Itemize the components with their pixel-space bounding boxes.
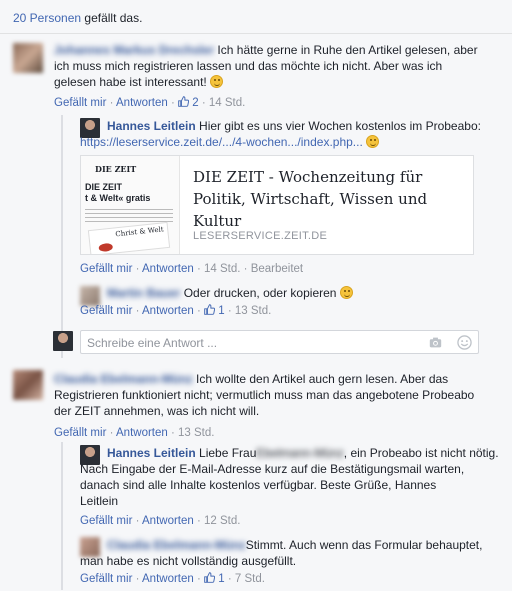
card-domain: LESERSERVICE.ZEIT.DE: [193, 230, 328, 242]
comment-text: gelesen habe ist interessant!: [54, 75, 207, 89]
separator: ·: [240, 263, 251, 275]
wink-emoji-icon: [339, 286, 353, 299]
separator: ·: [193, 573, 205, 585]
separator: ·: [106, 97, 116, 109]
like-button[interactable]: Gefällt mir: [80, 263, 132, 275]
like-count[interactable]: 1: [204, 572, 225, 585]
reply-text: danach sind alle Inhalte kostenlos verfü…: [80, 478, 437, 492]
reply-button[interactable]: Antworten: [142, 515, 194, 527]
link-preview-card[interactable]: DIE ZEIT DIE ZEIT t & Welt« gratis Chris…: [80, 155, 474, 255]
like-button[interactable]: Gefällt mir: [54, 97, 106, 109]
reply-actions: Gefällt mir · Antworten · 14 Std. · Bear…: [80, 263, 303, 275]
comment-text: Ich hätte gerne in Ruhe den Artikel gele…: [217, 43, 478, 57]
reply-button[interactable]: Antworten: [142, 305, 194, 317]
reply-input[interactable]: [87, 335, 407, 351]
reply-link[interactable]: https://leserservice.zeit.de/.../4-woche…: [80, 135, 363, 149]
separator: ·: [224, 305, 235, 317]
reply-text: Liebe Frau: [199, 446, 257, 460]
comment: Claudia Ebelmann-Münz Ich wollte den Art…: [0, 367, 512, 439]
separator: ·: [132, 263, 142, 275]
reply-author[interactable]: Claudia Ebelmann-Münz: [107, 538, 246, 552]
thumb-caption: Christ & Welt: [115, 225, 164, 239]
like-button[interactable]: Gefällt mir: [54, 427, 106, 439]
avatar[interactable]: [80, 286, 100, 306]
separator: ·: [193, 515, 205, 527]
composer-avatar: [53, 331, 73, 351]
avatar[interactable]: [13, 43, 43, 73]
camera-icon[interactable]: [428, 336, 443, 349]
reply-button[interactable]: Antworten: [142, 263, 194, 275]
thumb-text-lines: [85, 206, 173, 224]
timestamp[interactable]: 14 Std.: [209, 97, 245, 109]
comment-author[interactable]: Johannes Markus Drechsler: [54, 43, 214, 57]
like-button[interactable]: Gefällt mir: [80, 305, 132, 317]
comment-text: Ich wollte den Artikel auch gern lesen. …: [196, 372, 449, 386]
separator: ·: [132, 515, 142, 527]
reply-button[interactable]: Antworten: [142, 573, 194, 585]
separator: ·: [132, 305, 142, 317]
reply: Hannes Leitlein Liebe FrauEbelmann-Münz,…: [0, 442, 512, 532]
reply: Claudia Ebelmann-MünzStimmt. Auch wenn d…: [0, 535, 512, 591]
reply-button[interactable]: Antworten: [116, 97, 168, 109]
thumb-subtitle: t & Welt« gratis: [85, 193, 151, 203]
reply-text: Oder drucken, oder kopieren: [183, 286, 337, 300]
reply-text: Hier gibt es uns vier Wochen kostenlos i…: [199, 119, 481, 133]
reply-text-redacted: Ebelmann-Münz: [256, 446, 344, 460]
comment: Johannes Markus Drechsler Ich hätte gern…: [0, 40, 512, 110]
separator: ·: [106, 427, 116, 439]
reply-text: man habe es nicht vollständig ausgefüllt…: [80, 554, 297, 568]
like-count[interactable]: 2: [178, 96, 199, 109]
thumbs-up-icon: [204, 572, 216, 583]
likes-count-link[interactable]: 20 Personen: [13, 11, 81, 25]
reply-author[interactable]: Hannes Leitlein: [107, 446, 196, 460]
reply-button[interactable]: Antworten: [116, 427, 168, 439]
reply-text: Leitlein: [80, 494, 119, 508]
timestamp[interactable]: 7 Std.: [235, 573, 265, 585]
thumb-paper: Christ & Welt: [87, 221, 171, 254]
reply-author[interactable]: Hannes Leitlein: [107, 119, 196, 133]
comment-text: Registrieren funktioniert nicht; vermutl…: [54, 388, 475, 402]
like-button[interactable]: Gefällt mir: [80, 515, 132, 527]
emoji-icon[interactable]: [457, 335, 472, 350]
smile-emoji-icon: [366, 135, 380, 148]
like-count[interactable]: 1: [204, 304, 225, 317]
reply-composer[interactable]: [80, 330, 479, 354]
thumbs-up-icon: [204, 304, 216, 315]
likes-summary: 20 Personen gefällt das.: [0, 0, 512, 34]
separator: ·: [193, 305, 205, 317]
reply: Martin Bauer Oder drucken, oder kopieren…: [0, 284, 512, 322]
timestamp[interactable]: 13 Std.: [178, 427, 214, 439]
preview-thumbnail: DIE ZEIT DIE ZEIT t & Welt« gratis Chris…: [81, 156, 180, 254]
reply-text: Nach Eingabe der E-Mail-Adresse kurz auf…: [80, 462, 465, 476]
edited-label[interactable]: Bearbeitet: [251, 263, 303, 275]
reply-text: Stimmt. Auch wenn das Formular behauptet…: [245, 538, 483, 552]
likes-suffix: gefällt das.: [81, 11, 143, 25]
timestamp[interactable]: 14 Std.: [204, 263, 240, 275]
separator: ·: [224, 573, 235, 585]
thumb-header: DIE ZEIT: [95, 164, 137, 174]
timestamp[interactable]: 13 Std.: [235, 305, 271, 317]
thumbs-up-icon: [178, 96, 190, 107]
comment-author[interactable]: Claudia Ebelmann-Münz: [54, 372, 193, 386]
avatar[interactable]: [13, 370, 43, 400]
comment-text: der ZEIT annehmen, was ich nicht will.: [54, 404, 260, 418]
separator: ·: [193, 263, 205, 275]
separator: ·: [198, 97, 209, 109]
separator: ·: [167, 97, 179, 109]
reply-text: , ein Probeabo ist nicht nötig.: [343, 446, 499, 460]
separator: ·: [167, 427, 179, 439]
timestamp[interactable]: 12 Std.: [204, 515, 240, 527]
card-title[interactable]: DIE ZEIT - Wochenzeitung für Politik, Wi…: [193, 166, 463, 232]
comment-text: ich muss mich registrieren lassen und da…: [54, 59, 443, 73]
thumb-header-2: DIE ZEIT: [85, 182, 123, 192]
separator: ·: [132, 573, 142, 585]
reply-author[interactable]: Martin Bauer: [107, 286, 180, 300]
like-button[interactable]: Gefällt mir: [80, 573, 132, 585]
smile-emoji-icon: [210, 75, 224, 88]
